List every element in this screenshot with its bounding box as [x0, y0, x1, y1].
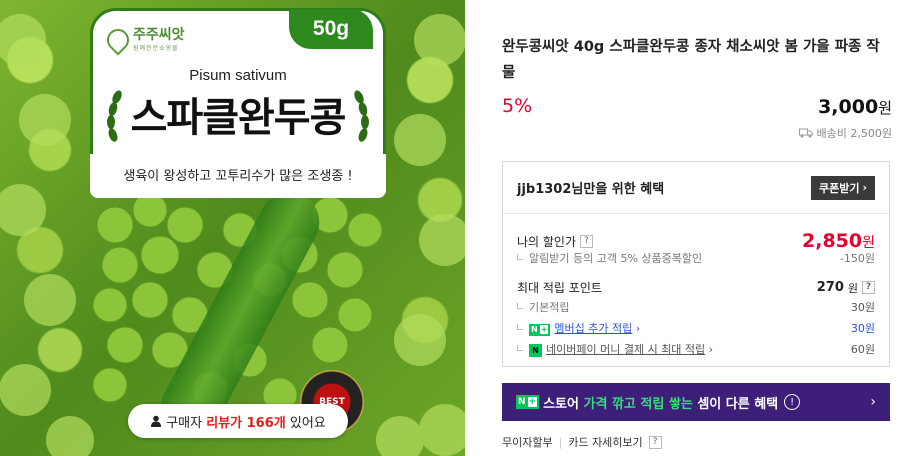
npay-point-value: 60원	[850, 343, 875, 356]
latin-name: Pisum sativum	[189, 67, 287, 84]
membership-point-value: 30원	[850, 322, 875, 335]
chevron-right-icon: ›	[862, 181, 867, 194]
leaf-icon	[102, 23, 134, 56]
basic-point-label: 기본적립	[529, 301, 570, 314]
max-point-label: 최대 적립 포인트	[517, 281, 602, 295]
banner-part1: 스토어	[543, 396, 579, 412]
max-point-value: 270	[816, 280, 844, 295]
benefit-header: jjb1302님만을 위한 혜택 쿠폰받기 ›	[503, 162, 889, 214]
installment-info: 무이자할부 | 카드 자세히보기 ?	[502, 434, 662, 450]
review-prefix: 구매자	[166, 415, 203, 431]
sale-price: 3,000원	[818, 96, 892, 118]
seed-pack-label: 50g 주주씨앗 원예전문쇼핑몰 Pisum sativum 스파클완두콩 생육…	[90, 8, 386, 198]
product-image: 50g 주주씨앗 원예전문쇼핑몰 Pisum sativum 스파클완두콩 생육…	[0, 0, 465, 456]
banner-text: 스토어 가격 깎고 적립 쌓는 셈이 다른 혜택	[543, 393, 778, 412]
discount-detail-value: -150원	[839, 252, 875, 265]
shipping-text: 배송비 2,500원	[816, 127, 892, 140]
benefit-title: jjb1302님만을 위한 혜택	[517, 182, 665, 197]
my-discount-currency: 원	[862, 235, 875, 251]
review-highlight: 리뷰가 166개	[206, 415, 286, 431]
help-icon[interactable]: ?	[862, 281, 875, 294]
coupon-button[interactable]: 쿠폰받기 ›	[810, 175, 875, 200]
price-currency: 원	[878, 99, 892, 117]
benefit-box: jjb1302님만을 위한 혜택 쿠폰받기 › 나의 할인가? 2,850원 알…	[502, 161, 890, 367]
chevron-right-icon: ›	[870, 394, 876, 410]
weight-badge: 50g	[289, 9, 373, 49]
review-count-pill[interactable]: 구매자 리뷰가 166개 있어요	[128, 404, 348, 438]
discount-rate: 5%	[502, 95, 533, 117]
naver-plus-icon: N +	[516, 395, 540, 409]
help-icon[interactable]: ?	[580, 234, 594, 248]
membership-point-link[interactable]: 멤버십 추가 적립	[554, 322, 632, 335]
price-value: 3,000	[818, 96, 879, 118]
pack-title: 스파클완두콩	[130, 95, 347, 141]
truck-icon	[798, 128, 813, 138]
membership-point-row: N + 멤버십 추가 적립 › 30원	[517, 320, 875, 336]
product-title: 완두콩씨앗 40g 스파클완두콩 종자 채소씨앗 봄 가을 파종 작물	[502, 39, 880, 81]
banner-part2: 가격 깎고 적립 쌓는	[583, 396, 693, 412]
pack-slogan: 생육이 왕성하고 꼬투리수가 많은 조생종 !	[123, 169, 353, 184]
max-point-currency: 원	[847, 281, 858, 295]
npay-point-link[interactable]: 네이버페이 머니 결제 시 최대 적립	[546, 343, 705, 356]
shipping-fee: 배송비 2,500원	[798, 125, 892, 141]
brand-name: 주주씨앗	[133, 27, 185, 43]
brand-subtitle: 원예전문쇼핑몰	[133, 45, 179, 52]
laurel-right-icon	[354, 90, 369, 142]
info-icon: !	[784, 394, 801, 410]
help-icon[interactable]: ?	[648, 435, 662, 449]
chevron-right-icon: ›	[632, 322, 641, 335]
banner-part3: 셈이 다른 혜택	[697, 396, 779, 412]
my-discount-value: 2,850	[802, 230, 863, 252]
review-suffix: 있어요	[289, 415, 326, 431]
my-discount-row: 나의 할인가? 2,850원	[517, 230, 875, 252]
max-point-row: 최대 적립 포인트 270 원?	[517, 279, 875, 296]
basic-point-row: 기본적립 30원	[517, 299, 875, 315]
installment-label: 무이자할부	[502, 436, 553, 449]
naver-pay-icon: N	[529, 344, 542, 357]
card-info-link[interactable]: 카드 자세히보기	[568, 434, 642, 450]
person-icon	[151, 415, 162, 427]
naver-plus-store-banner[interactable]: N + 스토어 가격 깎고 적립 쌓는 셈이 다른 혜택 ! ›	[502, 383, 890, 421]
brand-logo: 주주씨앗 원예전문쇼핑몰	[102, 23, 185, 56]
chevron-right-icon: ›	[705, 343, 714, 356]
npay-point-row: N 네이버페이 머니 결제 시 최대 적립 › 60원	[517, 341, 875, 357]
my-discount-price: 2,850원	[802, 230, 875, 252]
coupon-button-label: 쿠폰받기	[818, 181, 860, 195]
discount-detail-label: 알림받기 등의 고객 5% 상품중복할인	[529, 252, 703, 265]
naver-plus-icon: N +	[529, 323, 551, 336]
discount-detail-row: 알림받기 등의 고객 5% 상품중복할인 -150원	[517, 250, 875, 266]
my-discount-label: 나의 할인가	[517, 234, 577, 249]
basic-point-value: 30원	[850, 301, 875, 314]
